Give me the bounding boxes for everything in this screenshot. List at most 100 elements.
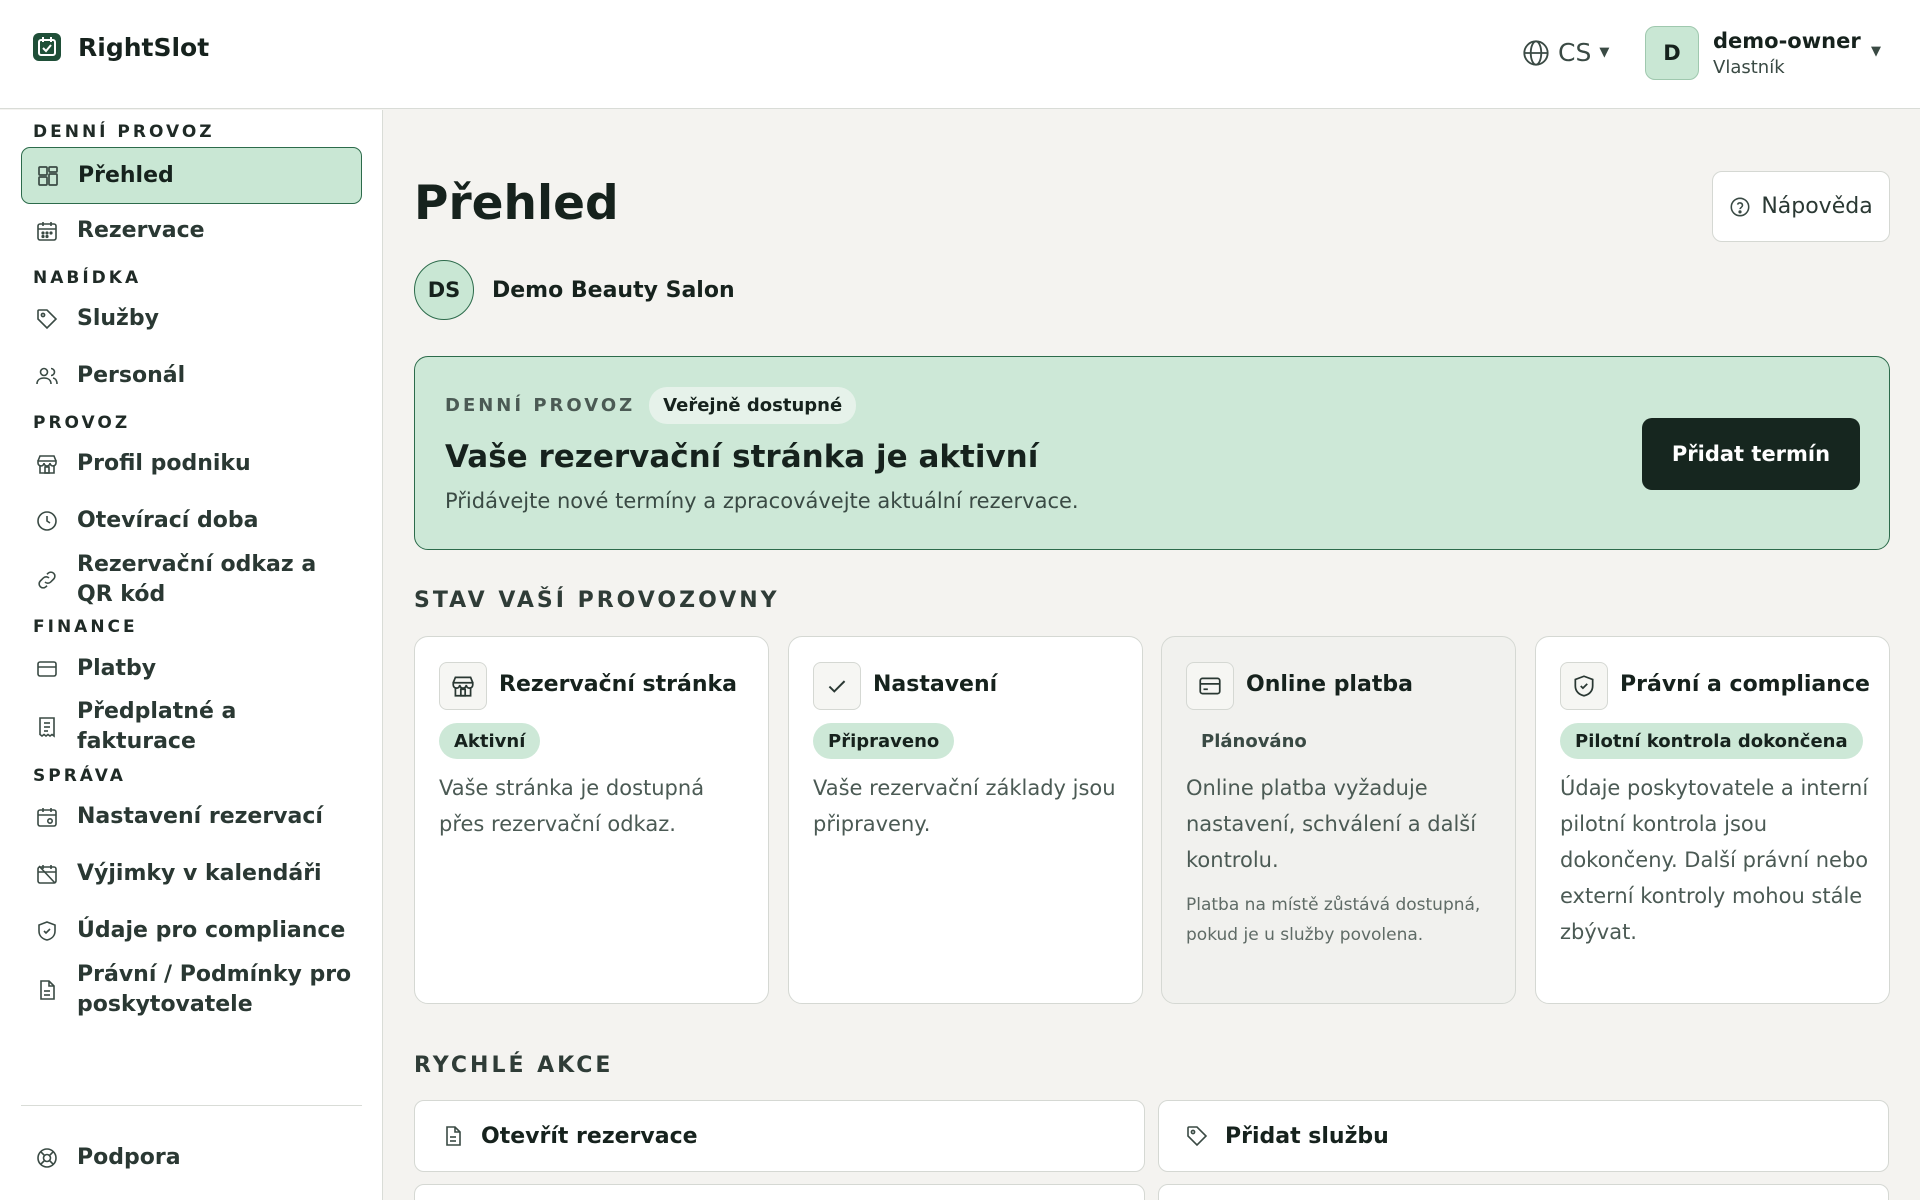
section-label-offer: NABÍDKA: [33, 268, 142, 288]
card-description: Online platba vyžaduje nastavení, schvál…: [1186, 776, 1477, 872]
card-description: Vaše stránka je dostupná přes rezervační…: [439, 776, 705, 836]
business-selector: DS Demo Beauty Salon: [414, 260, 735, 320]
sidebar-item-reservation-settings[interactable]: Nastavení rezervací: [21, 802, 362, 832]
sidebar-item-label: Otevírací doba: [77, 508, 259, 533]
page-title: Přehled: [414, 176, 619, 231]
shield-icon: [1560, 662, 1608, 710]
card-title: Nastavení: [873, 672, 998, 697]
sidebar-item-calendar-exceptions[interactable]: Výjimky v kalendáři: [21, 859, 362, 889]
help-circle-icon: [1729, 196, 1751, 218]
card-description: Vaše rezervační základy jsou připraveny.: [813, 776, 1116, 836]
sidebar-divider: [21, 1105, 362, 1106]
chevron-down-icon: ▼: [1599, 45, 1610, 60]
sidebar-item-label: Nastavení rezervací: [77, 804, 323, 829]
sidebar-item-opening-hours[interactable]: Otevírací doba: [21, 506, 362, 536]
help-button[interactable]: Nápověda: [1712, 171, 1890, 242]
help-button-label: Nápověda: [1761, 194, 1873, 219]
sidebar-item-legal-terms[interactable]: Právní / Podmínky pro poskytovatele: [21, 960, 362, 1020]
card-icon: [1186, 662, 1234, 710]
status-card-booking-page[interactable]: Rezervační stránka Aktivní Vaše stránka …: [414, 636, 769, 1004]
card-title: Právní a compliance: [1620, 672, 1870, 697]
sidebar-item-label: Údaje pro compliance: [77, 918, 346, 943]
section-label-operations: PROVOZ: [33, 413, 131, 433]
sidebar-item-staff[interactable]: Personál: [21, 361, 362, 391]
shield-icon: [35, 919, 59, 943]
banner-subtitle: Přidávejte nové termíny a zpracovávejte …: [445, 489, 1079, 513]
status-badge: Pilotní kontrola dokončena: [1560, 723, 1863, 759]
status-badge: Připraveno: [813, 723, 955, 759]
link-icon: [35, 568, 59, 592]
booking-status-banner: DENNÍ PROVOZ Veřejně dostupné Vaše rezer…: [414, 356, 1890, 550]
calendar-icon: [35, 219, 59, 243]
user-menu[interactable]: D demo-owner Vlastník ▼: [1645, 26, 1881, 80]
quick-action-label: Přidat službu: [1225, 1123, 1389, 1149]
sidebar-item-label: Předplatné a fakturace: [77, 699, 237, 754]
status-badge: Veřejně dostupné: [649, 387, 857, 424]
quick-actions-heading: RYCHLÉ AKCE: [414, 1053, 614, 1078]
rightslot-logo-icon: [32, 32, 62, 62]
status-card-settings[interactable]: Nastavení Připraveno Vaše rezervační zák…: [788, 636, 1143, 1004]
section-label-daily: DENNÍ PROVOZ: [33, 122, 215, 142]
store-icon: [439, 662, 487, 710]
sidebar-item-label: Rezervace: [77, 218, 205, 243]
sidebar-item-support[interactable]: Podpora: [21, 1143, 362, 1173]
add-service-button[interactable]: Přidat službu: [1158, 1100, 1889, 1172]
banner-eyebrow: DENNÍ PROVOZ: [445, 395, 636, 416]
open-reservations-button[interactable]: Otevřít rezervace: [414, 1100, 1145, 1172]
status-card-online-payment[interactable]: Online platba Plánováno Online platba vy…: [1161, 636, 1516, 1004]
sidebar-item-business-profile[interactable]: Profil podniku: [21, 449, 362, 479]
sidebar-item-label: Rezervační odkaz a QR kód: [77, 552, 317, 607]
sidebar-item-label: Personál: [77, 363, 186, 388]
section-label-admin: SPRÁVA: [33, 766, 126, 786]
lifebuoy-icon: [35, 1146, 59, 1170]
chevron-down-icon: ▼: [1871, 44, 1881, 59]
calendar-off-icon: [35, 862, 59, 886]
sidebar-item-booking-link[interactable]: Rezervační odkaz a QR kód: [21, 550, 362, 610]
sidebar-item-services[interactable]: Služby: [21, 304, 362, 334]
store-icon: [35, 452, 59, 476]
user-role: Vlastník: [1713, 56, 1785, 78]
sidebar-item-compliance[interactable]: Údaje pro compliance: [21, 916, 362, 946]
language-switcher[interactable]: CS ▼: [1522, 38, 1609, 67]
sidebar-item-label: Přehled: [78, 162, 174, 188]
users-icon: [35, 364, 59, 388]
sidebar-item-label: Právní / Podmínky pro poskytovatele: [77, 962, 352, 1017]
business-name: Demo Beauty Salon: [492, 277, 735, 303]
quick-action-partial[interactable]: [414, 1184, 1145, 1200]
status-section-heading: STAV VAŠÍ PROVOZOVNY: [414, 588, 780, 613]
sidebar-item-label: Služby: [77, 306, 159, 331]
sidebar-item-subscription[interactable]: Předplatné a fakturace: [21, 697, 362, 757]
quick-action-label: Otevřít rezervace: [481, 1123, 698, 1149]
add-slot-button[interactable]: Přidat termín: [1642, 418, 1860, 490]
card-title: Rezervační stránka: [499, 672, 737, 697]
avatar: D: [1645, 26, 1699, 80]
check-icon: [813, 662, 861, 710]
sidebar-item-label: Výjimky v kalendáři: [77, 861, 322, 886]
globe-icon: [1522, 39, 1550, 67]
language-code: CS: [1558, 38, 1592, 67]
sidebar-item-payments[interactable]: Platby: [21, 654, 362, 684]
quick-action-partial[interactable]: [1158, 1184, 1889, 1200]
top-bar: RightSlot CS ▼ D demo-owner Vlastník ▼: [0, 0, 1920, 109]
receipt-icon: [35, 715, 59, 739]
card-note: Platba na místě zůstává dostupná, pokud …: [1186, 895, 1481, 945]
brand[interactable]: RightSlot: [32, 32, 209, 62]
banner-title: Vaše rezervační stránka je aktivní: [445, 439, 1039, 475]
dashboard-icon: [36, 164, 60, 188]
brand-name: RightSlot: [78, 32, 210, 62]
business-avatar: DS: [414, 260, 474, 320]
status-badge: Plánováno: [1201, 730, 1307, 752]
sidebar-item-label: Podpora: [77, 1145, 181, 1170]
user-name: demo-owner: [1713, 28, 1861, 53]
tag-icon: [35, 307, 59, 331]
status-card-legal-compliance[interactable]: Právní a compliance Pilotní kontrola dok…: [1535, 636, 1890, 1004]
sidebar-item-label: Platby: [77, 656, 157, 681]
calendar-settings-icon: [35, 805, 59, 829]
sidebar-item-reservations[interactable]: Rezervace: [21, 216, 362, 246]
document-icon: [441, 1124, 465, 1148]
sidebar-item-overview[interactable]: Přehled: [21, 147, 362, 204]
tag-icon: [1185, 1124, 1209, 1148]
sidebar-item-label: Profil podniku: [77, 451, 251, 476]
document-icon: [35, 978, 59, 1002]
card-icon: [35, 657, 59, 681]
